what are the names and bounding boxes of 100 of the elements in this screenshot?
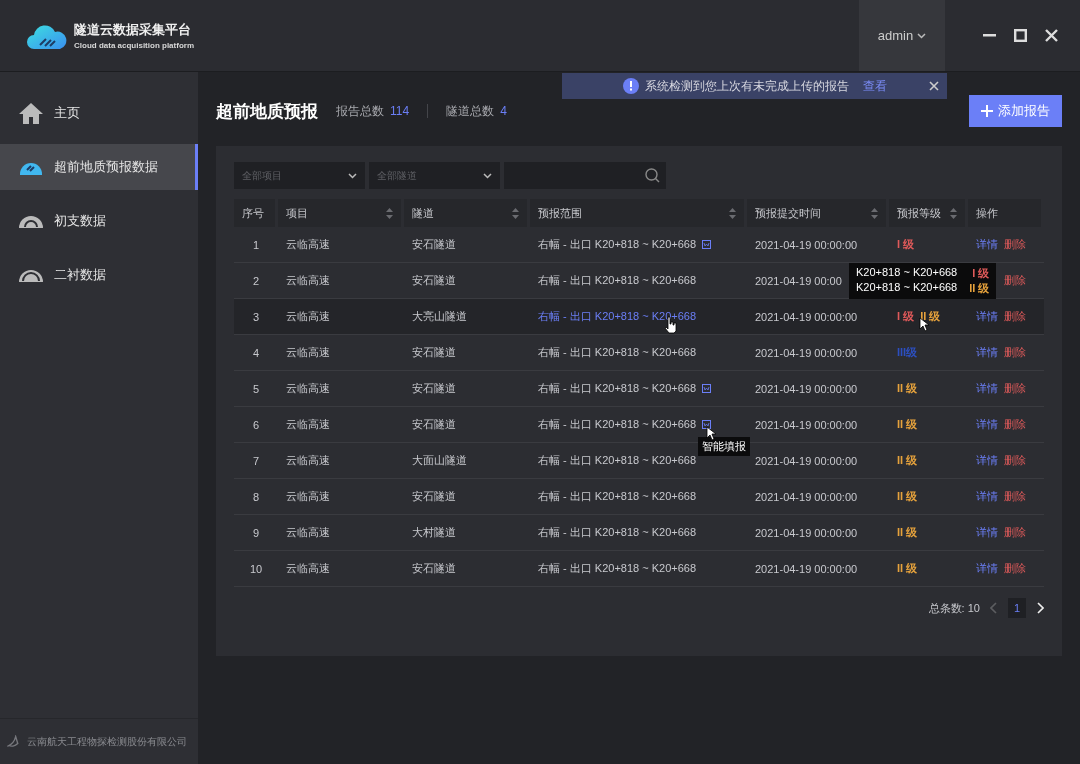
sidebar-item[interactable]: 主页 (0, 90, 198, 136)
cursor-icon (706, 426, 718, 441)
submit-time: 2021-04-19 00:00:00 (755, 382, 858, 395)
action-link[interactable]: 详情 (976, 561, 998, 576)
level-label: II 级 (920, 309, 941, 324)
notice-text: 系统检测到您上次有未完成上传的报告 (644, 77, 849, 95)
action-link[interactable]: 删除 (1004, 525, 1026, 540)
add-report-button[interactable]: 添加报告 (969, 95, 1062, 127)
sidebar-item[interactable]: 初支数据 (0, 198, 198, 244)
action-link[interactable]: 删除 (1004, 309, 1026, 324)
submit-time: 2021-04-19 00:00:00 (755, 346, 858, 359)
level-label: I 级 (897, 237, 915, 252)
maximize-icon[interactable] (1014, 29, 1027, 42)
range-link[interactable]: 右幅 - 出口 K20+818 ~ K20+668 (538, 453, 697, 468)
row-number: 5 (252, 382, 260, 395)
sort-icon[interactable] (950, 207, 957, 219)
sort-icon[interactable] (386, 207, 393, 219)
app-title: 隧道云数据采集平台 (74, 21, 192, 39)
level-label: II 级 (897, 489, 918, 504)
column-header[interactable]: 隧道 (404, 199, 527, 227)
action-link[interactable]: 详情 (976, 309, 998, 324)
submit-time: 2021-04-19 00:00:00 (755, 526, 858, 539)
submit-time: 2021-04-19 00:00:00 (755, 418, 858, 431)
level-label: II 级 (897, 453, 918, 468)
range-link[interactable]: 右幅 - 出口 K20+818 ~ K20+668 (538, 417, 697, 432)
row-number: 10 (249, 562, 263, 575)
level-label: II 级 (897, 417, 918, 432)
column-header[interactable]: 预报范围 (530, 199, 744, 227)
close-icon[interactable] (1045, 29, 1058, 42)
action-link[interactable]: 详情 (976, 525, 998, 540)
range-link[interactable]: 右幅 - 出口 K20+818 ~ K20+668 (538, 525, 697, 540)
tunnel-name: 大面山隧道 (412, 453, 467, 468)
project-name: 云临高速 (286, 237, 330, 252)
row-number: 7 (252, 454, 260, 467)
action-link[interactable]: 详情 (976, 237, 998, 252)
user-menu[interactable]: admin (859, 0, 945, 71)
action-link[interactable]: 删除 (1004, 417, 1026, 432)
action-link[interactable]: 详情 (976, 345, 998, 360)
search-icon (645, 168, 660, 183)
tunnel-name: 大亮山隧道 (412, 309, 467, 324)
sort-icon[interactable] (512, 207, 519, 219)
row-number: 9 (252, 526, 260, 539)
action-link[interactable]: 删除 (1004, 561, 1026, 576)
project-name: 云临高速 (286, 453, 330, 468)
column-header[interactable]: 项目 (278, 199, 401, 227)
document-icon[interactable] (702, 420, 712, 429)
action-link[interactable]: 删除 (1004, 453, 1026, 468)
action-link[interactable]: 详情 (976, 453, 998, 468)
minimize-icon[interactable] (983, 34, 996, 37)
action-link[interactable]: 详情 (976, 381, 998, 396)
range-link[interactable]: 右幅 - 出口 K20+818 ~ K20+668 (538, 309, 697, 324)
tunnel-name: 安石隧道 (412, 561, 456, 576)
row-number: 3 (252, 310, 260, 323)
row-number: 1 (252, 238, 260, 251)
action-link[interactable]: 删除 (1004, 381, 1026, 396)
chevron-down-icon (348, 172, 357, 179)
submit-time: 2021-04-19 00:00 (755, 274, 842, 287)
submit-time: 2021-04-19 00:00:00 (755, 454, 858, 467)
tunnel-icon (18, 268, 44, 282)
tooltip: 智能填报 (698, 437, 751, 456)
sort-icon[interactable] (729, 207, 736, 219)
row-number: 4 (252, 346, 260, 359)
submit-time: 2021-04-19 00:00:00 (755, 238, 858, 251)
column-header[interactable]: 预报等级 (889, 199, 965, 227)
page-button[interactable]: 1 (1007, 598, 1026, 618)
column-header[interactable]: 预报提交时间 (747, 199, 886, 227)
close-icon[interactable] (929, 81, 939, 91)
sidebar-item[interactable]: 超前地质预报数据 (0, 144, 198, 190)
range-link[interactable]: 右幅 - 出口 K20+818 ~ K20+668 (538, 489, 697, 504)
tunnel-name: 安石隧道 (412, 417, 456, 432)
app-subtitle: Cloud data acquisition platform (74, 41, 194, 50)
action-link[interactable]: 删除 (1004, 237, 1026, 252)
next-page-icon[interactable] (1036, 602, 1044, 614)
row-number: 2 (252, 274, 260, 287)
document-icon[interactable] (702, 240, 712, 249)
range-link[interactable]: 右幅 - 出口 K20+818 ~ K20+668 (538, 561, 697, 576)
range-link[interactable]: 右幅 - 出口 K20+818 ~ K20+668 (538, 237, 697, 252)
document-icon[interactable] (702, 384, 712, 393)
action-link[interactable]: 删除 (1004, 273, 1026, 288)
sort-icon[interactable] (871, 207, 878, 219)
range-link[interactable]: 右幅 - 出口 K20+818 ~ K20+668 (538, 381, 697, 396)
level-label: II 级 (897, 525, 918, 540)
total-count: 总条数: 10 (928, 600, 980, 616)
action-link[interactable]: 详情 (976, 489, 998, 504)
level-tooltip: K20+818 ~ K20+668 I 级 K20+818 ~ K20+668 II 级 (849, 263, 997, 299)
action-link[interactable]: 详情 (976, 417, 998, 432)
tunnel-name: 大村隧道 (412, 525, 456, 540)
action-link[interactable]: 删除 (1004, 489, 1026, 504)
search-field[interactable] (504, 162, 666, 189)
range-link[interactable]: 右幅 - 出口 K20+818 ~ K20+668 (538, 345, 697, 360)
action-link[interactable]: 删除 (1004, 345, 1026, 360)
sidebar-item[interactable]: 二衬数据 (0, 252, 198, 298)
tunnel-name: 安石隧道 (412, 237, 456, 252)
range-link[interactable]: 右幅 - 出口 K20+818 ~ K20+668 (538, 273, 697, 288)
project-name: 云临高速 (286, 489, 330, 504)
home-icon (18, 101, 44, 125)
project-name: 云临高速 (286, 525, 330, 540)
tunnel-name: 安石隧道 (412, 381, 456, 396)
tunnel-name: 安石隧道 (412, 345, 456, 360)
view-link[interactable]: 查看 (862, 77, 887, 95)
